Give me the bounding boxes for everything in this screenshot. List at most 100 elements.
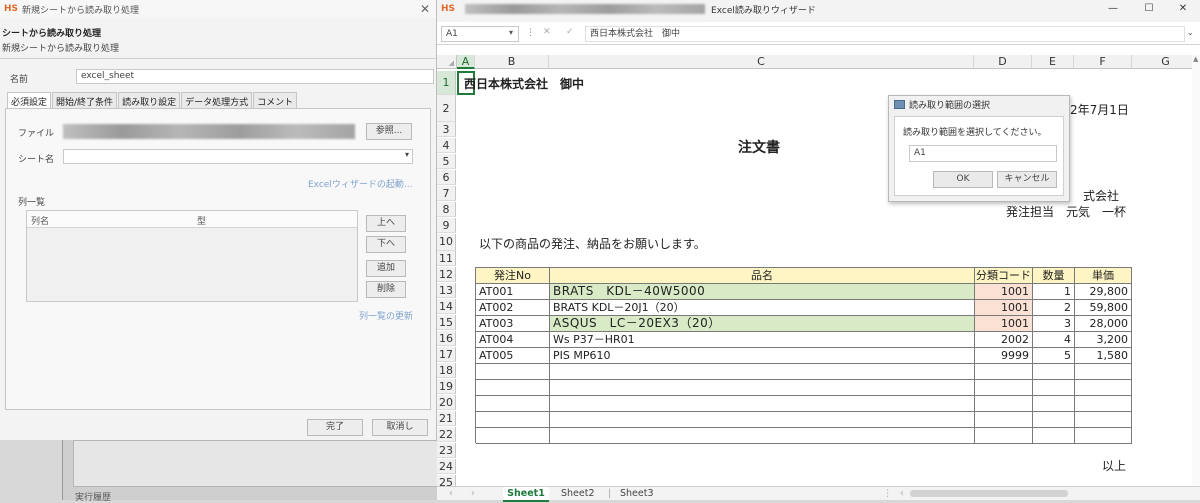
close-icon[interactable]: ✕ [420,2,430,16]
formula-input[interactable]: 西日本株式会社 御中 [585,26,1185,42]
add-button[interactable]: 追加 [366,260,406,277]
browse-button[interactable]: 参照... [366,123,412,140]
file-name-blurred [465,4,706,14]
hscroll-left-icon[interactable]: ‹ [900,487,904,500]
row-header[interactable]: 21 [437,411,456,426]
cell-a1: 西日本株式会社 御中 [464,77,585,91]
table-cell: 1001 [975,316,1033,332]
excel-wizard-link[interactable]: Excelウィザードの起動... [308,177,412,190]
maximize-icon[interactable]: ☐ [1132,0,1166,18]
dialog-window-icon [894,99,905,109]
sheet-name-select[interactable]: ▾ [63,149,413,164]
dialog-header: シートから読み取り処理 [2,29,102,39]
table-cell: 2002 [975,332,1033,348]
cancel-edit-icon[interactable]: ✕ [543,27,551,37]
col-header-type: 型 [197,217,207,227]
row-header[interactable]: 17 [437,347,456,362]
table-header-unit-price: 単価 [1075,268,1132,284]
file-label: ファイル [18,129,55,139]
row-header[interactable]: 16 [437,331,456,346]
col-header-d[interactable]: D [974,55,1032,69]
row-header[interactable]: 15 [437,315,456,330]
vertical-scrollbar[interactable]: ▲ [1192,55,1200,487]
col-header-e[interactable]: E [1032,55,1074,69]
close-icon[interactable]: ✕ [1166,0,1200,18]
table-cell: 1 [1033,284,1075,300]
row-header[interactable]: 1 [437,71,456,95]
cancel-button[interactable]: 取消し [372,419,428,436]
order-table: 発注No 品名 分類コード 数量 単価 AT001 BRATS KDL－40W5… [475,267,1132,444]
empty-cell [476,412,550,428]
name-input[interactable]: excel_sheet [76,69,434,84]
range-ok-button[interactable]: OK [933,171,993,188]
select-all-corner[interactable]: ◢ [437,55,457,69]
table-cell: PIS MP610 [550,348,975,364]
range-dialog-title: 読み取り範囲の選択 [909,100,991,111]
empty-cell [1033,396,1075,412]
sheet-tab-bar: ‹ › Sheet1 Sheet2 | Sheet3 ⋮ ‹ [437,486,1200,502]
sheet-name-label: シート名 [18,155,55,165]
finish-button[interactable]: 完了 [307,419,363,436]
tabbar-splitter-icon[interactable]: ⋮ [883,487,893,500]
column-list-header: 列名 型 [27,211,357,228]
row-header[interactable]: 14 [437,299,456,314]
horizontal-scrollbar-thumb[interactable] [910,490,1068,497]
empty-cell [550,380,975,396]
file-path-input[interactable] [63,124,355,139]
range-cancel-button[interactable]: キャンセル [997,171,1057,188]
move-up-button[interactable]: 上へ [366,215,406,232]
delete-button[interactable]: 削除 [366,281,406,298]
scroll-up-icon[interactable]: ▲ [1193,55,1198,63]
sheet-tab-sheet3[interactable]: Sheet3 [620,487,654,500]
range-dialog-body: 読み取り範囲を選択してください。 A1 OK キャンセル [894,116,1064,196]
empty-cell [550,428,975,444]
row-header[interactable]: 9 [437,218,456,233]
row-header[interactable]: 19 [437,379,456,394]
col-header-a[interactable]: A [457,55,475,69]
empty-cell [476,364,550,380]
cell-f2: 2年7月1日 [1070,103,1129,117]
range-input[interactable]: A1 [909,145,1057,162]
column-list-table: 列名 型 [26,210,358,302]
row-header[interactable]: 23 [437,443,456,458]
move-down-button[interactable]: 下へ [366,236,406,253]
sheet-tab-divider: | [608,488,612,499]
name-box[interactable]: A1 [441,26,519,42]
row-header[interactable]: 11 [437,251,456,266]
sheet-tab-sheet2[interactable]: Sheet2 [561,487,595,500]
row-header[interactable]: 10 [437,234,456,251]
table-cell: Ws P37－HR01 [550,332,975,348]
minimize-icon[interactable]: — [1096,0,1130,18]
row-header[interactable]: 24 [437,459,456,474]
table-header-order-no: 発注No [476,268,550,284]
row-header[interactable]: 7 [437,186,456,201]
row-header[interactable]: 18 [437,363,456,378]
col-header-f[interactable]: F [1074,55,1132,69]
expand-formula-icon[interactable]: ⌄ [1187,28,1194,37]
row-header[interactable]: 4 [437,138,456,153]
row-header[interactable]: 12 [437,267,456,282]
col-header-c[interactable]: C [549,55,974,69]
refresh-columns-link[interactable]: 列一覧の更新 [359,309,413,322]
table-cell: 3 [1033,316,1075,332]
empty-cell [975,380,1033,396]
row-header[interactable]: 8 [437,202,456,217]
empty-cell [975,364,1033,380]
row-header[interactable]: 22 [437,427,456,442]
row-header[interactable]: 13 [437,283,456,298]
separator-icon: ⋮ [526,28,535,38]
row-header[interactable]: 3 [437,122,456,137]
row-header[interactable]: 20 [437,395,456,410]
next-sheet-icon[interactable]: › [471,487,475,500]
worksheet-grid[interactable]: ◢ A B C D E F G 1 2 3 4 5 6 7 8 9 10 11 … [437,55,1200,487]
prev-sheet-icon[interactable]: ‹ [449,487,453,500]
row-header[interactable]: 6 [437,170,456,185]
col-header-b[interactable]: B [475,55,549,69]
row-header[interactable]: 2 [437,95,456,122]
row-header[interactable]: 5 [437,154,456,169]
confirm-edit-icon[interactable]: ✓ [566,27,574,37]
name-label: 名前 [10,75,29,85]
col-header-g[interactable]: G [1132,55,1200,69]
empty-cell [1075,428,1132,444]
name-box-chevron-icon[interactable]: ▾ [509,28,513,37]
